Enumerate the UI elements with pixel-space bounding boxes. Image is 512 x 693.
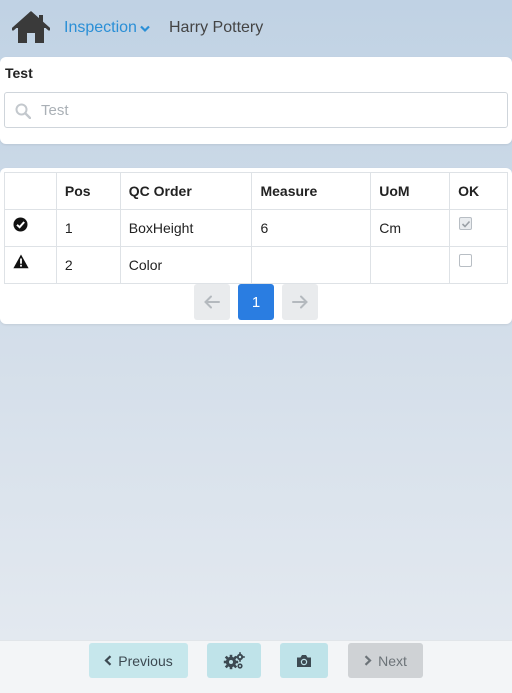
next-page-button[interactable] [282,284,318,320]
previous-button[interactable]: Previous [89,643,188,678]
context-label: Harry Pottery [169,19,264,36]
arrow-right-icon [292,295,308,309]
inspection-menu-label: Inspection [64,19,137,36]
qc-table-panel: Pos QC Order Measure UoM OK 1 BoxHeight … [0,168,512,324]
settings-button[interactable] [207,643,261,678]
column-header-status [4,172,57,210]
next-button-label: Next [378,652,407,669]
camera-icon [297,654,311,667]
uom-cell [370,246,451,284]
column-header-measure[interactable]: Measure [251,172,372,210]
camera-button[interactable] [280,643,328,678]
next-button[interactable]: Next [348,643,423,678]
table-row[interactable]: 1 BoxHeight 6 Cm [4,209,508,247]
column-header-qc-order[interactable]: QC Order [119,172,253,210]
previous-button-label: Previous [118,652,173,669]
column-header-pos[interactable]: Pos [55,172,121,210]
gears-icon [223,651,245,669]
warning-icon [13,254,29,269]
ok-cell [449,209,508,247]
search-icon [15,103,31,119]
check-circle-icon [13,217,28,232]
pagination: 1 [194,284,318,320]
qc-order-cell: BoxHeight [119,209,253,247]
status-cell [4,246,57,284]
inspection-menu[interactable]: Inspection [64,19,150,37]
chevron-right-icon [364,655,372,666]
home-icon [11,11,51,43]
home-button[interactable] [11,11,51,45]
column-header-uom[interactable]: UoM [370,172,451,210]
header: Inspection Harry Pottery [0,0,512,56]
column-header-ok[interactable]: OK [449,172,508,210]
ok-checkbox[interactable] [459,217,473,230]
chevron-left-icon [104,655,112,666]
pos-cell: 1 [55,209,121,247]
chevron-down-icon [140,25,150,32]
checkmark-icon [461,220,471,228]
previous-page-button[interactable] [194,284,230,320]
search-input[interactable] [41,93,501,127]
uom-cell: Cm [370,209,451,247]
ok-cell [449,246,508,284]
filter-panel: Test [0,57,512,144]
table-header-row: Pos QC Order Measure UoM OK [4,172,508,210]
bottom-action-bar: Previous Next [0,640,512,693]
ok-checkbox[interactable] [459,254,473,267]
qc-table: Pos QC Order Measure UoM OK 1 BoxHeight … [4,172,508,284]
qc-order-cell: Color [119,246,253,284]
arrow-left-icon [204,295,220,309]
measure-cell[interactable]: 6 [251,209,372,247]
measure-cell[interactable] [251,246,372,284]
page-button-current[interactable]: 1 [238,284,274,320]
table-row[interactable]: 2 Color [4,246,508,284]
pos-cell: 2 [55,246,121,284]
search-box[interactable] [4,92,508,128]
status-cell [4,209,57,247]
filter-label: Test [5,65,33,81]
